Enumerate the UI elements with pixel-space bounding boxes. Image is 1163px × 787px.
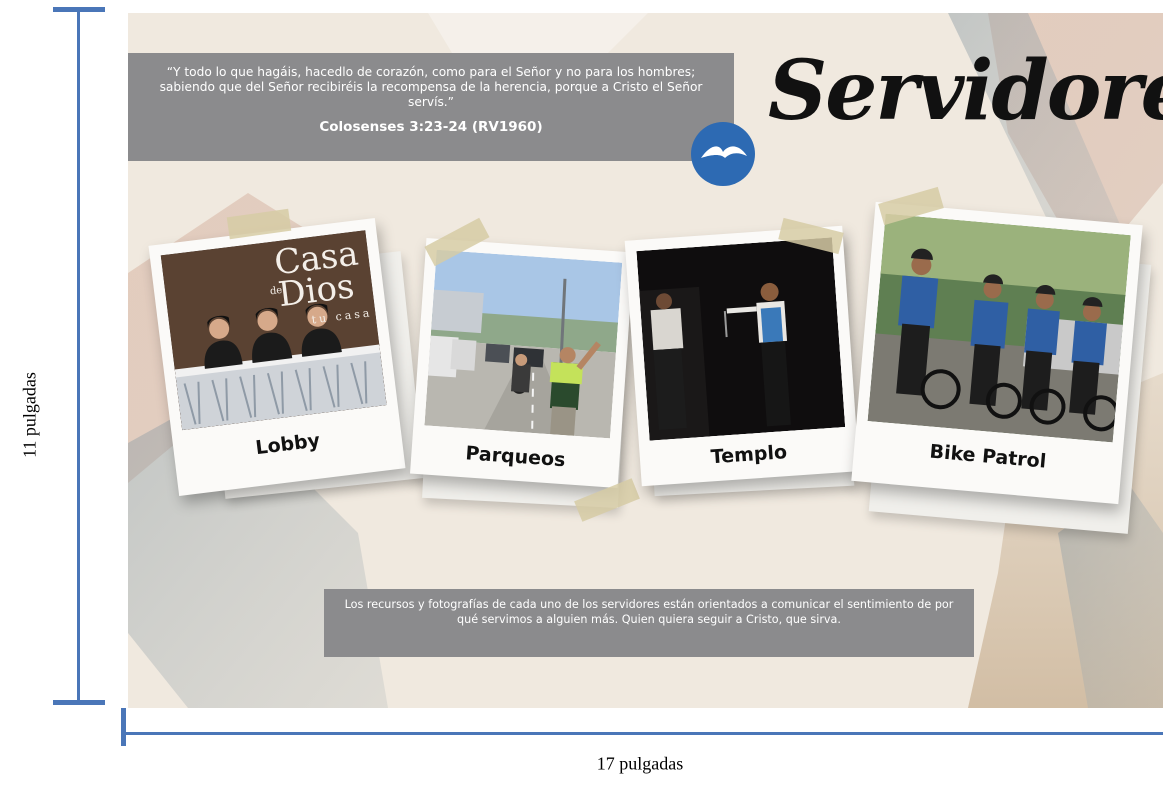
card-caption-lobby: Lobby	[254, 429, 322, 460]
dove-icon	[701, 146, 747, 158]
card-caption-bike-patrol: Bike Patrol	[928, 440, 1048, 473]
parqueos-photo	[424, 249, 623, 439]
lobby-photo: Casa de Dios tu casa	[160, 230, 387, 431]
photo-card-bike-patrol: Bike Patrol	[851, 201, 1143, 505]
poster-title: Servidores	[768, 43, 1163, 139]
footer-info-box: Los recursos y fotografías de cada uno d…	[324, 589, 974, 657]
photo-card-templo: Templo	[624, 225, 860, 487]
footer-text: Los recursos y fotografías de cada uno d…	[344, 598, 954, 626]
photo-card-parqueos: Parqueos	[410, 238, 634, 488]
height-dimension-label: 11 pulgadas	[19, 372, 40, 458]
photo-card-lobby: Casa de Dios tu casa Lobby	[148, 218, 406, 496]
templo-photo	[636, 237, 846, 441]
parqueos-image	[424, 249, 623, 439]
card-caption-templo: Templo	[710, 441, 788, 469]
poster: “Y todo lo que hagáis, hacedlo de corazó…	[128, 13, 1163, 708]
width-dimension-cap	[121, 708, 126, 746]
card-caption-parqueos: Parqueos	[464, 442, 567, 472]
height-dimension-cap-bottom	[53, 700, 105, 705]
bible-quote: “Y todo lo que hagáis, hacedlo de corazó…	[159, 65, 703, 109]
bible-reference: Colosenses 3:23-24 (RV1960)	[319, 119, 543, 135]
templo-image	[636, 237, 846, 441]
bike-patrol-photo	[867, 213, 1131, 443]
width-dimension-label: 17 pulgadas	[596, 753, 684, 774]
church-logo	[691, 122, 755, 186]
bike-patrol-image	[867, 213, 1131, 443]
width-dimension-line	[123, 732, 1163, 735]
height-dimension-line	[77, 9, 80, 702]
quote-box: “Y todo lo que hagáis, hacedlo de corazó…	[128, 53, 734, 161]
